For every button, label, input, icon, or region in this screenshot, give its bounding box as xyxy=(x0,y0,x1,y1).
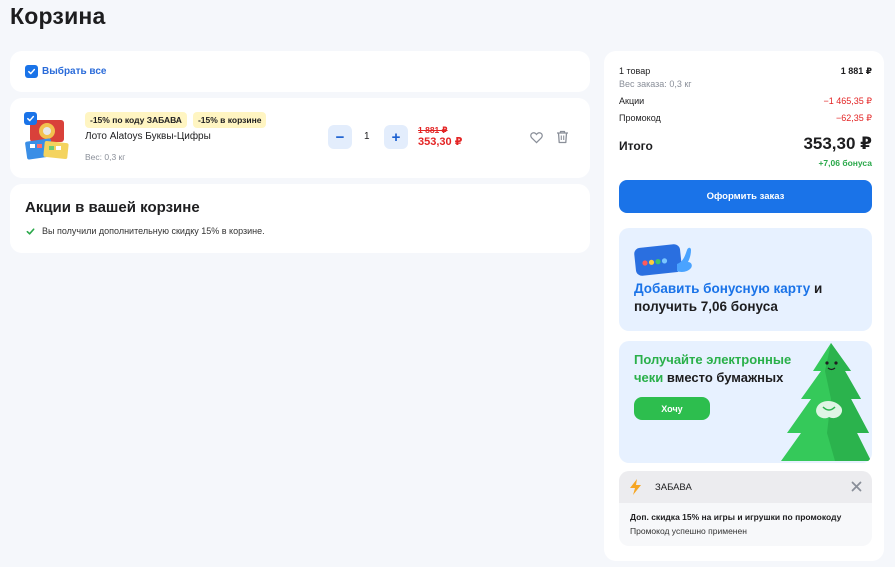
quantity-value[interactable]: 1 xyxy=(364,131,370,142)
product-name[interactable]: Лото Alatoys Буквы-Цифры xyxy=(85,131,211,142)
heart-icon[interactable] xyxy=(530,131,543,144)
order-weight: Вес заказа: 0,3 кг xyxy=(619,79,692,89)
lightning-icon xyxy=(630,479,641,495)
order-summary: 1 товар 1 881 ₽ Вес заказа: 0,3 кг Акции… xyxy=(604,51,884,561)
total-value: 353,30 ₽ xyxy=(803,134,872,153)
select-all-checkbox[interactable] xyxy=(25,65,38,78)
promo-code-box: ЗАБАВА Доп. скидка 15% на игры и игрушки… xyxy=(619,471,872,546)
promo-code-name: ЗАБАВА xyxy=(655,482,692,493)
promotions-message: Вы получили дополнительную скидку 15% в … xyxy=(42,226,265,236)
cart-item: -15% по коду ЗАБАВА -15% в корзине Лото … xyxy=(10,98,590,178)
promo-code-badge: -15% по коду ЗАБАВА xyxy=(85,112,187,128)
promocode-value: −62,35 ₽ xyxy=(835,113,872,123)
new-price: 353,30 ₽ xyxy=(418,136,463,148)
promo-code-status: Промокод успешно применен xyxy=(630,526,747,536)
check-icon xyxy=(27,115,35,122)
summary-weight-row: Вес заказа: 0,3 кг xyxy=(619,79,872,89)
promos-label: Акции xyxy=(619,96,645,106)
select-all-card: Выбрать все xyxy=(10,51,590,92)
items-total: 1 881 ₽ xyxy=(840,66,872,76)
e-receipt-text: Получайте электронные чеки вместо бумажн… xyxy=(634,352,792,385)
summary-promocode-row: Промокод −62,35 ₽ xyxy=(619,113,872,124)
item-checkbox[interactable] xyxy=(24,112,37,125)
e-receipt-banner: Получайте электронные чеки вместо бумажн… xyxy=(619,341,872,463)
promotions-title: Акции в вашей корзине xyxy=(25,199,200,216)
close-icon[interactable] xyxy=(851,481,862,492)
promo-code-description: Доп. скидка 15% на игры и игрушки по про… xyxy=(630,512,842,522)
tree-illustration xyxy=(781,343,871,461)
checkout-button[interactable]: Оформить заказ xyxy=(619,180,872,213)
badges-row: -15% по коду ЗАБАВА -15% в корзине xyxy=(85,112,267,128)
decrease-quantity-button[interactable]: − xyxy=(328,125,352,149)
product-weight: Вес: 0,3 кг xyxy=(85,152,126,162)
promocode-label: Промокод xyxy=(619,113,661,123)
bonus-card-text: Добавить бонусную карту и получить 7,06 … xyxy=(634,281,823,314)
page-title: Корзина xyxy=(10,3,106,29)
increase-quantity-button[interactable]: + xyxy=(384,125,408,149)
trash-icon[interactable] xyxy=(556,130,569,144)
select-all-label[interactable]: Выбрать все xyxy=(42,66,106,77)
want-button[interactable]: Хочу xyxy=(634,397,710,420)
total-label: Итого xyxy=(619,139,653,153)
summary-promos-row: Акции −1 465,35 ₽ xyxy=(619,96,872,107)
bonus-card-banner[interactable]: Добавить бонусную карту и получить 7,06 … xyxy=(619,228,872,331)
items-count: 1 товар xyxy=(619,66,651,76)
bonus-points: +7,06 бонуса xyxy=(818,158,872,168)
bonus-card-icon xyxy=(634,244,692,276)
check-icon xyxy=(28,68,36,75)
summary-items-row: 1 товар 1 881 ₽ xyxy=(619,66,872,77)
promo-code-header: ЗАБАВА xyxy=(619,471,872,503)
cart-discount-badge: -15% в корзине xyxy=(192,112,267,128)
bonus-card-link[interactable]: Добавить бонусную карту xyxy=(634,281,810,296)
promos-value: −1 465,35 ₽ xyxy=(823,96,872,106)
check-icon xyxy=(26,228,35,235)
promotions-card: Акции в вашей корзине Вы получили дополн… xyxy=(10,184,590,253)
